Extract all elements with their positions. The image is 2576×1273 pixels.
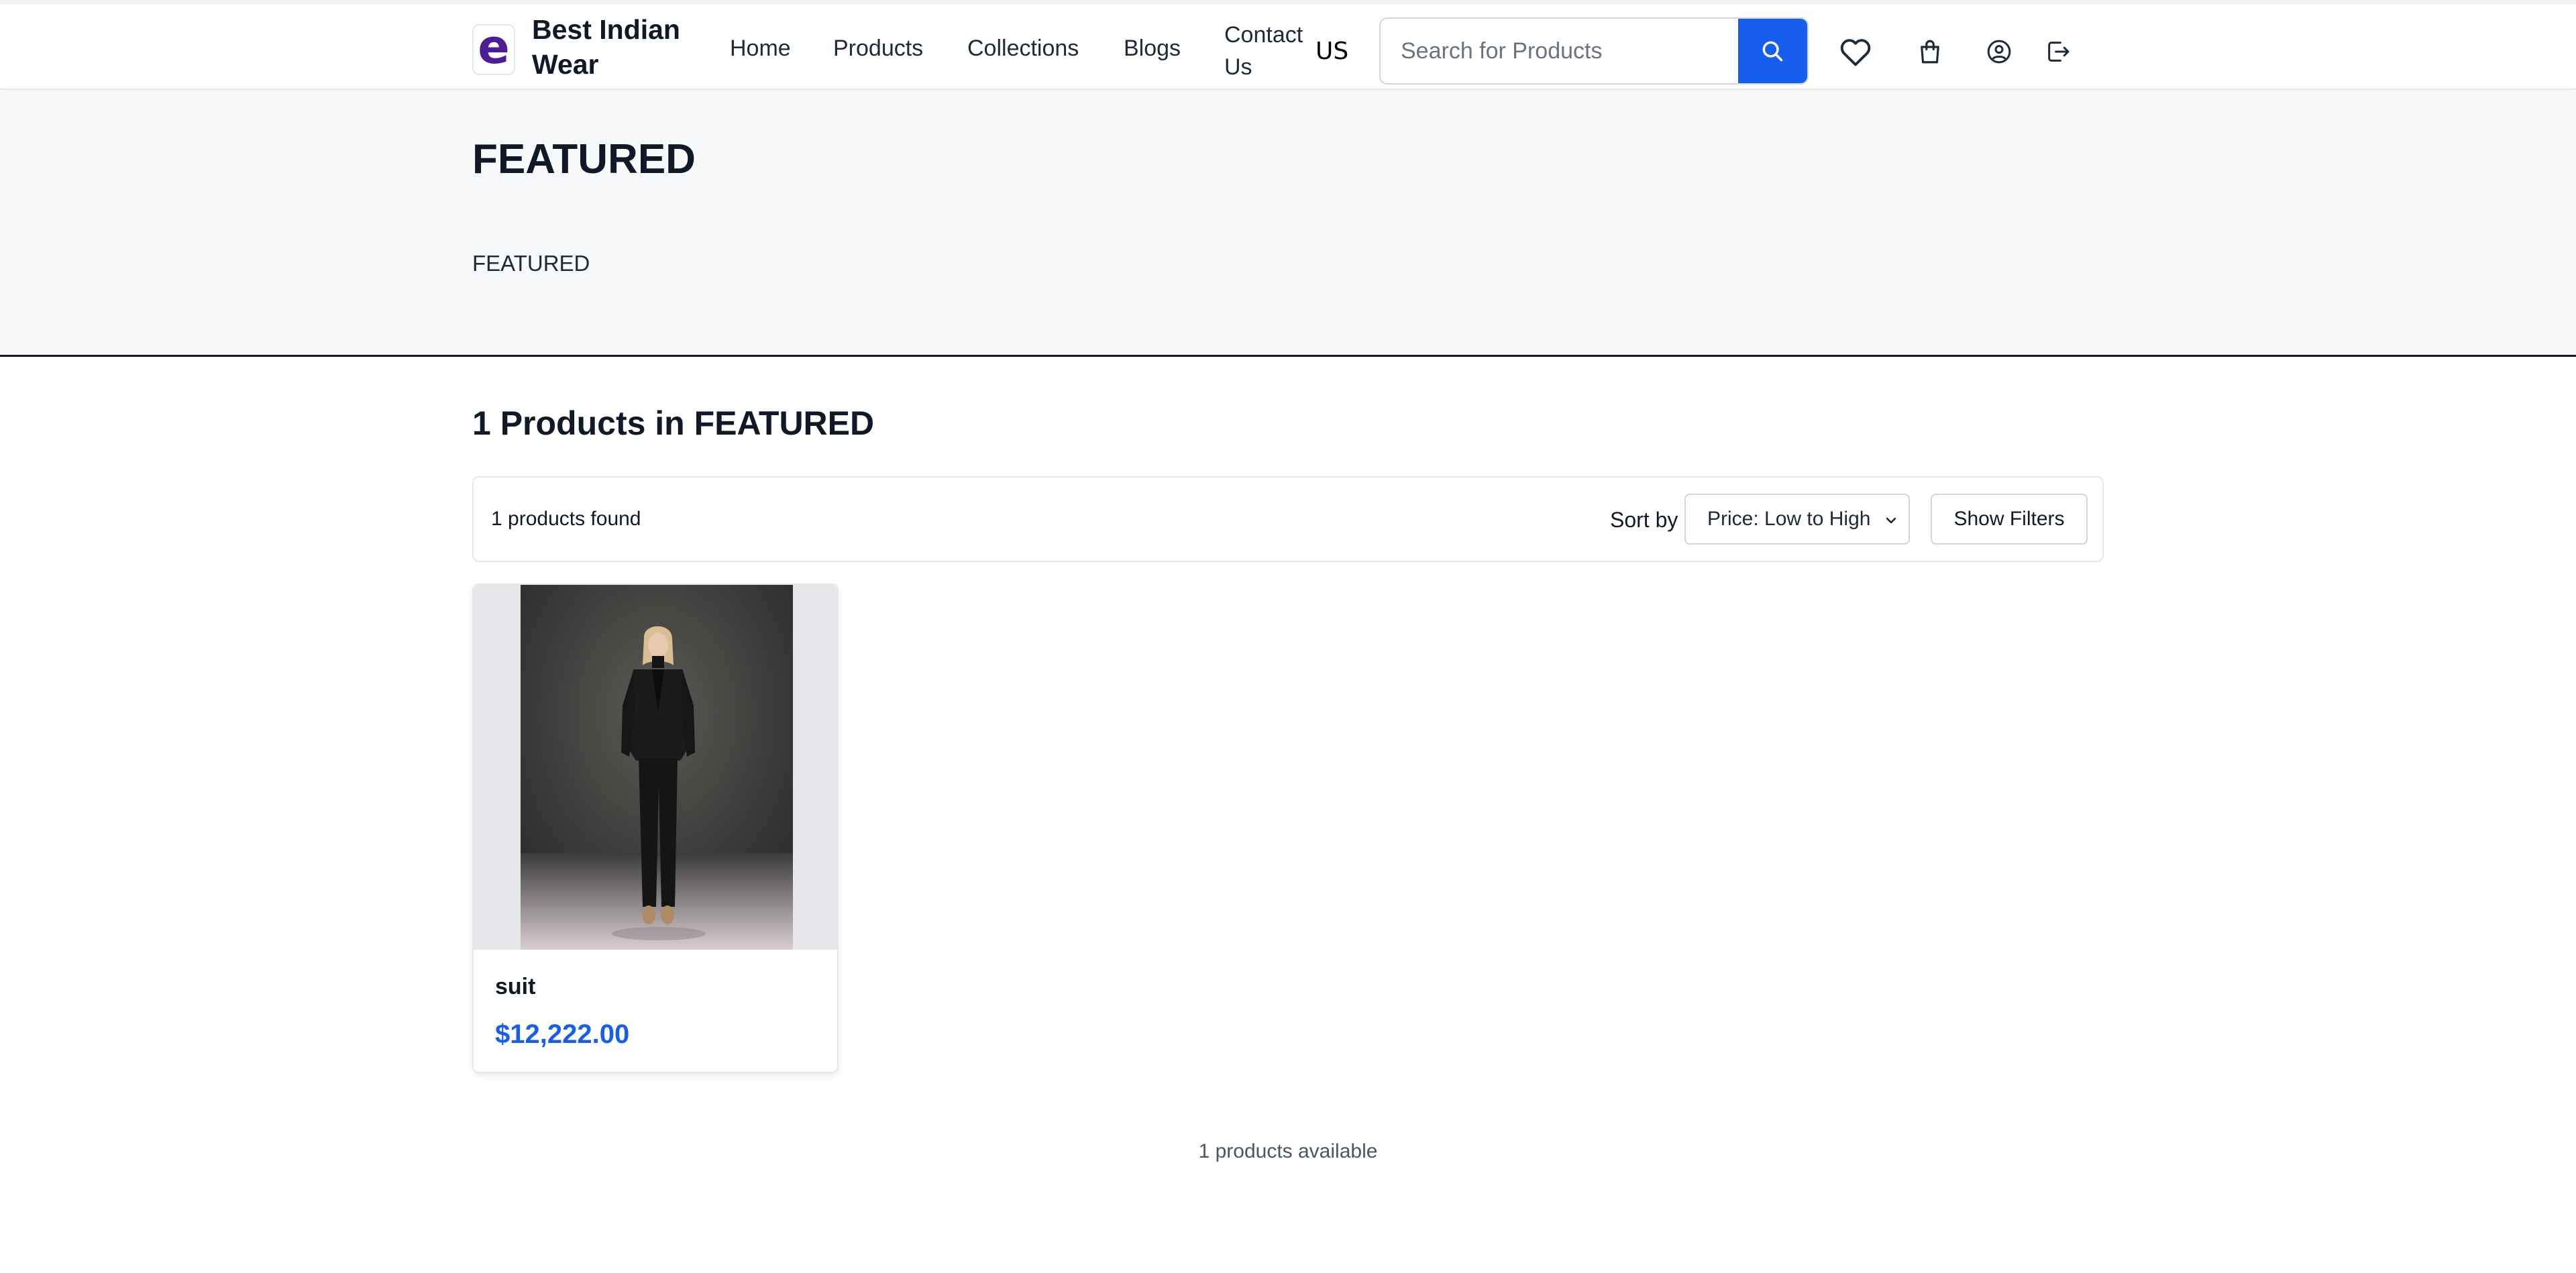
logout-icon bbox=[2048, 42, 2070, 62]
logout-button[interactable] bbox=[2042, 36, 2074, 68]
brand-logo[interactable]: e bbox=[472, 19, 515, 75]
search-bar bbox=[1379, 17, 1809, 85]
brand-name[interactable]: Best Indian Wear bbox=[532, 12, 706, 82]
site-header: e Best Indian Wear Home Products Collect… bbox=[0, 4, 2576, 90]
user-circle-icon bbox=[1987, 40, 2011, 64]
search-button[interactable] bbox=[1737, 19, 1807, 83]
product-card[interactable]: suit $12,222.00 bbox=[472, 584, 839, 1073]
show-filters-button[interactable]: Show Filters bbox=[1931, 494, 2088, 545]
page-title: FEATURED bbox=[472, 136, 696, 182]
nav-home[interactable]: Home bbox=[730, 35, 791, 62]
search-icon bbox=[1762, 41, 1783, 62]
shopping-bag-icon bbox=[1921, 40, 1939, 64]
region-selector[interactable]: US bbox=[1316, 38, 1348, 65]
collection-description: FEATURED bbox=[472, 251, 590, 276]
product-name[interactable]: suit bbox=[495, 974, 535, 1000]
products-available-text: 1 products available bbox=[1198, 1140, 1378, 1162]
wishlist-button[interactable] bbox=[1837, 34, 1874, 71]
product-image-frame bbox=[474, 585, 837, 950]
cart-button[interactable] bbox=[1913, 35, 1947, 68]
listing-toolbar: 1 products found Sort by Price: Low to H… bbox=[472, 476, 2104, 562]
products-count-heading: 1 Products in FEATURED bbox=[472, 404, 875, 442]
logo-letter: e bbox=[478, 19, 510, 74]
product-image[interactable] bbox=[521, 585, 793, 950]
products-found-text: 1 products found bbox=[491, 508, 641, 530]
nav-collections[interactable]: Collections bbox=[967, 35, 1079, 62]
account-button[interactable] bbox=[1983, 36, 2015, 68]
sort-selected-value: Price: Low to High bbox=[1707, 508, 1871, 530]
nav-contact-us[interactable]: Contact Us bbox=[1224, 19, 1318, 83]
product-price: $12,222.00 bbox=[495, 1019, 630, 1049]
collection-hero: FEATURED FEATURED bbox=[0, 91, 2576, 357]
nav-products[interactable]: Products bbox=[833, 35, 923, 62]
chevron-down-icon bbox=[1886, 517, 1896, 524]
product-photo-illustration bbox=[521, 585, 793, 950]
nav-blogs[interactable]: Blogs bbox=[1124, 35, 1181, 62]
sort-label: Sort by bbox=[1610, 508, 1678, 532]
sort-select[interactable]: Price: Low to High bbox=[1684, 494, 1910, 545]
heart-icon bbox=[1840, 39, 1871, 66]
search-input[interactable] bbox=[1381, 19, 1738, 83]
